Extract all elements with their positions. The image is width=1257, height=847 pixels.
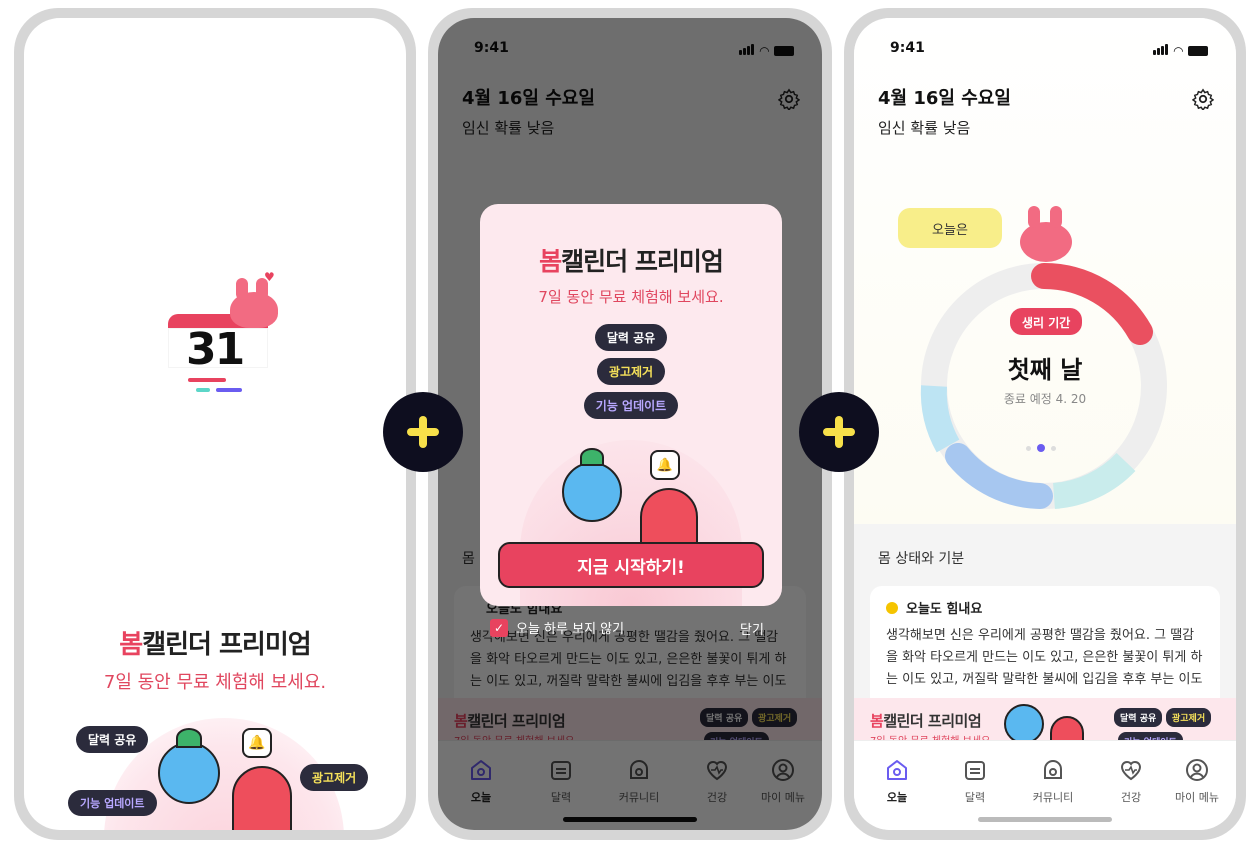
tab-bar: 오늘 달력 커뮤니티 건강 마이 메뉴 bbox=[854, 740, 1236, 830]
popup-badge-update: 기능 업데이트 bbox=[583, 392, 679, 419]
card-title: 오늘도 힘내요 bbox=[906, 602, 983, 617]
tab-my-menu[interactable]: 마이 메뉴 bbox=[1162, 755, 1232, 805]
checkbox-checked-icon[interactable]: ✓ bbox=[490, 618, 508, 637]
plus-icon bbox=[383, 392, 463, 472]
heart-pulse-icon bbox=[1096, 755, 1166, 785]
banner-badge-ads: 광고제거 bbox=[1166, 708, 1212, 727]
speech-bubble: 오늘은 bbox=[898, 208, 1002, 248]
period-badge: 생리 기간 bbox=[1010, 308, 1083, 335]
plus-icon bbox=[799, 392, 879, 472]
badge-ad-removal: 광고제거 bbox=[300, 764, 369, 791]
home-screen: 9:41 ◠ 4월 16일 수요일 임신 확률 낮음 오늘은 생리 기간 첫째 … bbox=[854, 18, 1236, 830]
header-subtitle: 임신 확률 낮음 bbox=[878, 119, 971, 137]
start-now-button[interactable]: 지금 시작하기! bbox=[498, 542, 764, 588]
badge-calendar-share: 달력 공유 bbox=[76, 726, 149, 753]
tab-community[interactable]: 커뮤니티 bbox=[1018, 755, 1088, 805]
tab-health[interactable]: 건강 bbox=[1096, 755, 1166, 805]
end-date-label: 종료 예정 4. 20 bbox=[1003, 392, 1087, 406]
popup-title: 봄캘린더 프리미엄 bbox=[539, 247, 724, 276]
popup-badge-ads: 광고제거 bbox=[596, 358, 666, 385]
home-icon bbox=[862, 755, 932, 785]
header-date: 4월 16일 수요일 bbox=[878, 88, 1011, 109]
girl-character-icon bbox=[562, 462, 622, 522]
bell-icon: 🔔 bbox=[242, 728, 272, 758]
signal-wifi-battery-icon: ◠ bbox=[1152, 43, 1208, 59]
community-icon bbox=[1018, 755, 1088, 785]
status-bar: 9:41 ◠ bbox=[854, 40, 1236, 60]
day-label: 첫째 날 bbox=[1007, 356, 1083, 384]
section-title: 몸 상태와 기분 bbox=[878, 551, 965, 567]
splash-title: 봄캘린더 프리미엄 bbox=[119, 630, 311, 660]
page-indicator bbox=[1026, 444, 1056, 452]
cycle-ring bbox=[920, 262, 1167, 509]
heart-icon: ♥ bbox=[264, 270, 275, 284]
splash-subtitle: 7일 동안 무료 체험해 보세요. bbox=[103, 672, 327, 693]
calendar-icon bbox=[940, 755, 1010, 785]
girl-character-icon bbox=[158, 742, 220, 804]
profile-icon bbox=[1162, 755, 1232, 785]
bunny-character-icon bbox=[232, 766, 292, 830]
splash-screen: 31 ♥ 봄캘린더 프리미엄 7일 동안 무료 체험해 보세요. 🔔 달력 공유… bbox=[24, 18, 406, 830]
tab-calendar[interactable]: 달력 bbox=[940, 755, 1010, 805]
phone-home: 9:41 ◠ 4월 16일 수요일 임신 확률 낮음 오늘은 생리 기간 첫째 … bbox=[844, 8, 1246, 840]
tab-today[interactable]: 오늘 bbox=[862, 755, 932, 805]
card-body: 생각해보면 신은 우리에게 공평한 땔감을 줬어요. 그 땔감을 화악 타오르게… bbox=[886, 628, 1203, 687]
phone-splash: 31 ♥ 봄캘린더 프리미엄 7일 동안 무료 체험해 보세요. 🔔 달력 공유… bbox=[14, 8, 416, 840]
premium-popup: 봄캘린더 프리미엄 7일 동안 무료 체험해 보세요. 달력 공유 광고제거 기… bbox=[480, 204, 782, 606]
home-indicator bbox=[978, 817, 1112, 822]
popup-subtitle: 7일 동안 무료 체험해 보세요. bbox=[538, 288, 724, 306]
bell-icon: 🔔 bbox=[650, 450, 680, 480]
popup-badge-share: 달력 공유 bbox=[594, 324, 668, 351]
gear-icon[interactable] bbox=[1191, 88, 1215, 114]
sun-icon bbox=[886, 601, 898, 614]
bunny-mascot-icon bbox=[1020, 222, 1072, 262]
phone-popup: 9:41 ◠ 4월 16일 수요일 임신 확률 낮음 몸 상태와 기분 오늘도 … bbox=[428, 8, 832, 840]
logo-number: 31 bbox=[186, 324, 245, 375]
dont-show-today[interactable]: ✓ 오늘 하루 보지 않기 bbox=[490, 618, 624, 637]
banner-badge-share: 달력 공유 bbox=[1114, 708, 1163, 727]
popup-screen: 9:41 ◠ 4월 16일 수요일 임신 확률 낮음 몸 상태와 기분 오늘도 … bbox=[438, 18, 822, 830]
badge-feature-update: 기능 업데이트 bbox=[68, 790, 157, 816]
banner-illustration bbox=[1004, 704, 1044, 744]
close-button[interactable]: 닫기 bbox=[740, 619, 764, 638]
app-logo: 31 ♥ bbox=[168, 270, 284, 410]
